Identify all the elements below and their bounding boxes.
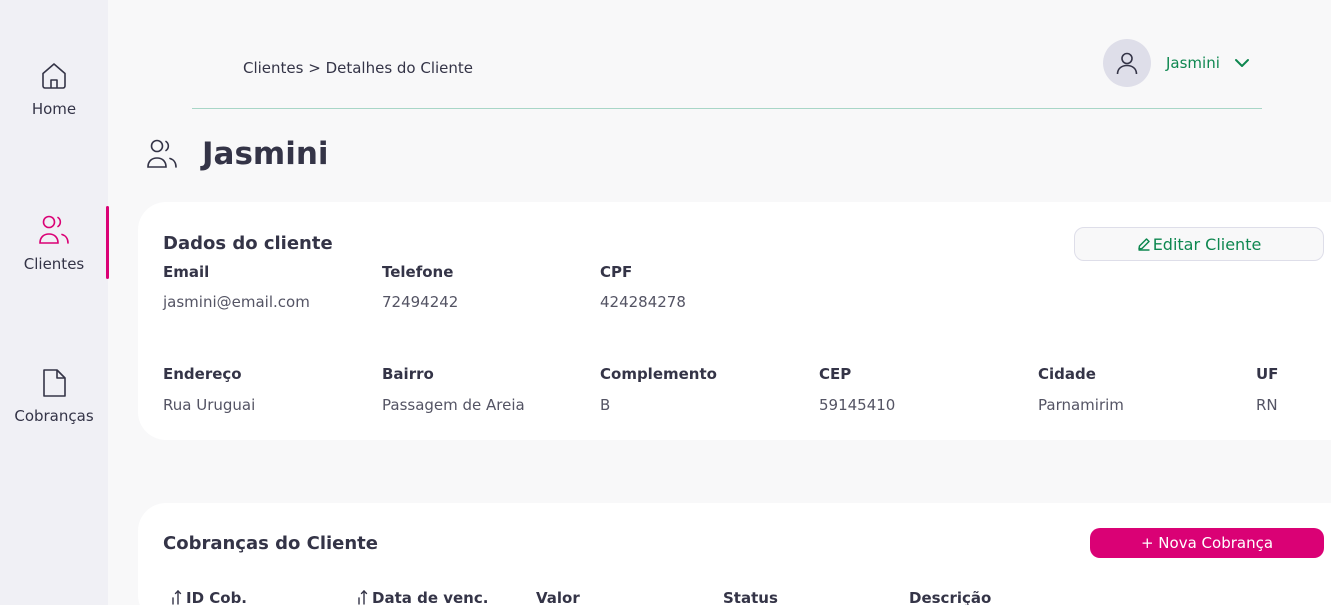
- sort-icon: [172, 590, 182, 605]
- client-name-heading: Jasmini: [202, 136, 329, 172]
- active-nav-indicator: [106, 206, 109, 279]
- cpf-label: CPF: [600, 263, 633, 281]
- avatar[interactable]: [1103, 39, 1151, 87]
- document-icon: [43, 369, 66, 397]
- email-label: Email: [163, 263, 210, 281]
- sidebar-item-clientes[interactable]: Clientes: [0, 213, 108, 273]
- column-header-description: Descrição: [909, 589, 992, 605]
- user-menu[interactable]: Jasmini: [1103, 39, 1250, 87]
- client-data-title: Dados do cliente: [163, 233, 333, 254]
- neighborhood-value: Passagem de Areia: [382, 396, 525, 414]
- cep-value: 59145410: [819, 396, 896, 414]
- client-charges-card: Cobranças do Cliente + Nova Cobrança ID …: [138, 503, 1331, 605]
- client-data-card: Dados do cliente Editar Cliente Email ja…: [138, 202, 1331, 440]
- address-value: Rua Uruguai: [163, 396, 256, 414]
- column-header-id[interactable]: ID Cob.: [170, 589, 247, 605]
- column-header-due-date[interactable]: Data de venc.: [356, 589, 488, 605]
- cpf-value: 424284278: [600, 293, 686, 311]
- sidebar-item-home[interactable]: Home: [0, 60, 108, 118]
- client-charges-title: Cobranças do Cliente: [163, 533, 378, 554]
- user-icon: [1116, 52, 1138, 75]
- uf-value: RN: [1256, 396, 1278, 414]
- column-header-label: ID Cob.: [186, 589, 248, 605]
- home-icon: [42, 63, 66, 89]
- sort-icon: [358, 590, 368, 605]
- city-label: Cidade: [1038, 365, 1096, 383]
- complement-value: B: [600, 396, 611, 414]
- city-value: Parnamirim: [1038, 396, 1124, 414]
- cep-label: CEP: [819, 365, 852, 383]
- email-value: jasmini@email.com: [163, 293, 310, 311]
- phone-label: Telefone: [382, 263, 454, 281]
- edit-client-label: Editar Cliente: [1152, 234, 1262, 254]
- column-header-status: Status: [723, 589, 778, 605]
- column-header-value: Valor: [536, 589, 580, 605]
- breadcrumb[interactable]: Clientes > Detalhes do Cliente: [243, 59, 473, 77]
- column-header-label: Data de venc.: [372, 589, 489, 605]
- new-charge-button[interactable]: + Nova Cobrança: [1090, 528, 1324, 558]
- user-name[interactable]: Jasmini: [1166, 54, 1220, 72]
- sidebar-item-label: Home: [31, 100, 77, 118]
- complement-label: Complemento: [600, 365, 717, 383]
- neighborhood-label: Bairro: [382, 365, 434, 383]
- phone-value: 72494242: [382, 293, 459, 311]
- sidebar-item-label: Clientes: [23, 255, 85, 273]
- users-icon: [147, 139, 177, 168]
- page-title: Jasmini: [146, 136, 329, 172]
- users-icon: [39, 215, 69, 244]
- pencil-icon: [1137, 238, 1150, 251]
- sidebar: Home Clientes Cobranças: [0, 0, 109, 605]
- chevron-down-icon[interactable]: [1234, 58, 1250, 68]
- sidebar-item-cobrancas[interactable]: Cobranças: [0, 367, 108, 425]
- address-label: Endereço: [163, 365, 242, 383]
- edit-client-button[interactable]: Editar Cliente: [1074, 227, 1324, 261]
- uf-label: UF: [1256, 365, 1279, 383]
- sidebar-item-label: Cobranças: [14, 407, 94, 425]
- header-divider: [192, 108, 1262, 109]
